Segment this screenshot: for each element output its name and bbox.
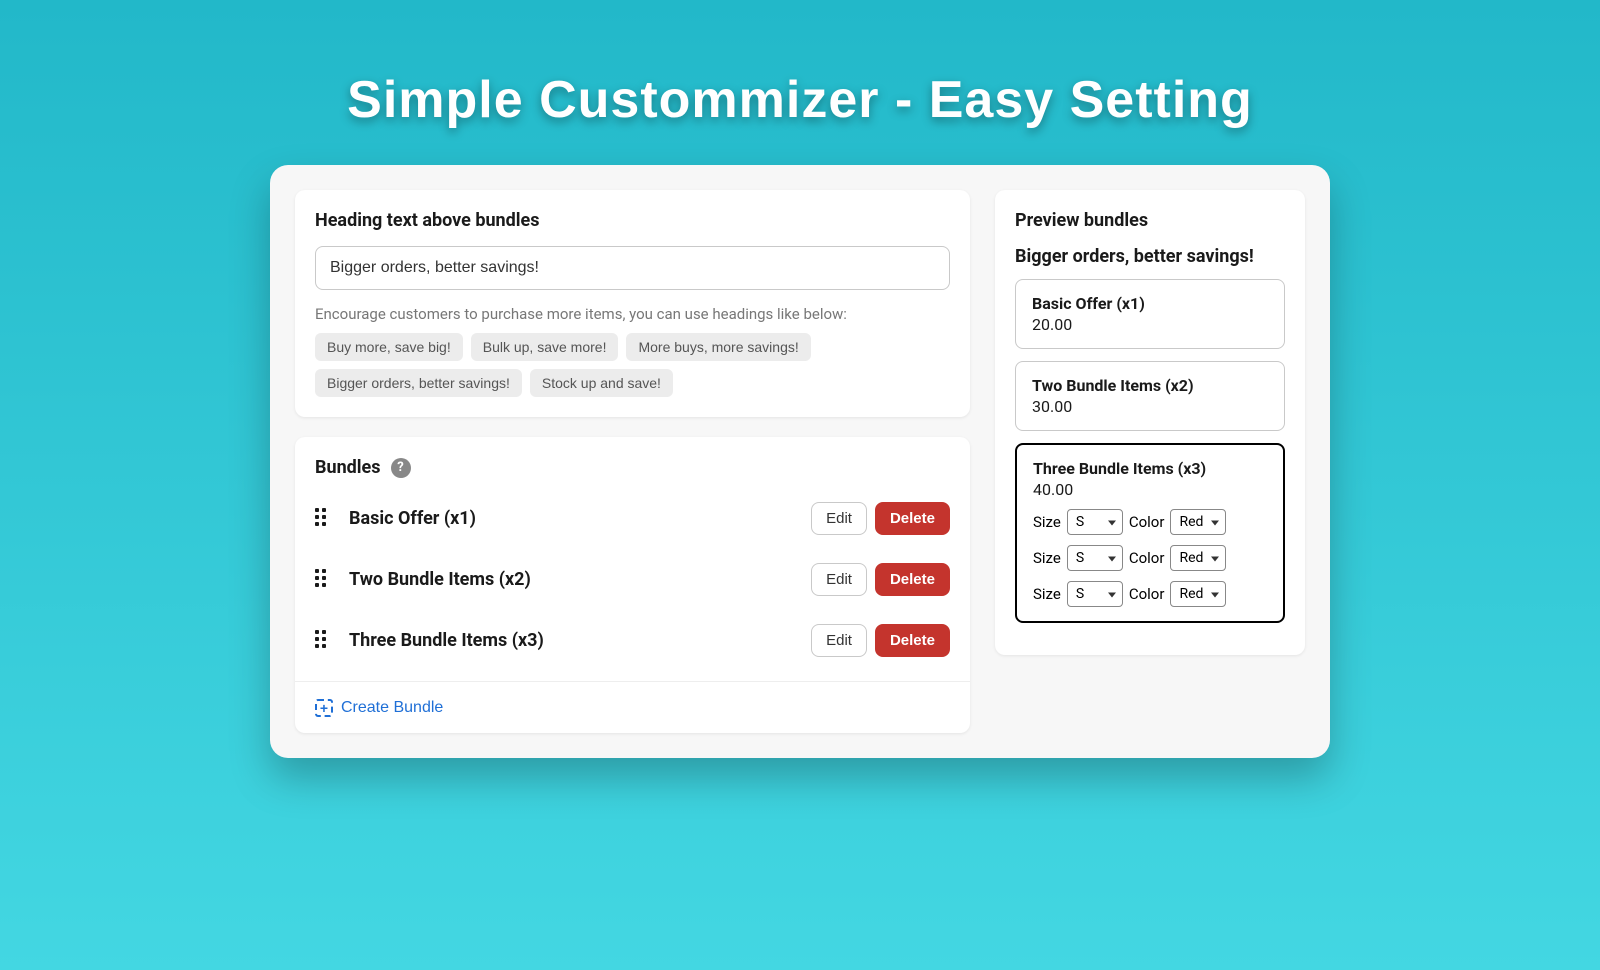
size-select[interactable]: S [1067, 509, 1123, 535]
suggestion-pill[interactable]: Bigger orders, better savings! [315, 369, 522, 397]
left-column: Heading text above bundles Encourage cus… [295, 190, 970, 733]
color-label: Color [1129, 513, 1165, 531]
edit-button[interactable]: Edit [811, 624, 867, 657]
drag-handle-icon[interactable] [315, 569, 331, 591]
color-select[interactable]: Red [1170, 581, 1226, 607]
suggestion-pill[interactable]: Stock up and save! [530, 369, 673, 397]
heading-text-input[interactable] [315, 246, 950, 290]
plus-dashed-icon: + [315, 699, 333, 717]
app-shell: Heading text above bundles Encourage cus… [270, 165, 1330, 758]
size-label: Size [1033, 585, 1061, 603]
preview-bundle-card[interactable]: Three Bundle Items (x3) 40.00 Size S Color Re… [1015, 443, 1285, 623]
bundle-name: Basic Offer (x1) [349, 508, 811, 529]
bundle-name: Two Bundle Items (x2) [349, 569, 811, 590]
preview-bundle-card[interactable]: Basic Offer (x1) 20.00 [1015, 279, 1285, 349]
heading-text-card: Heading text above bundles Encourage cus… [295, 190, 970, 417]
hero-title: Simple Custommizer - Easy Setting [0, 70, 1600, 130]
suggestion-pill[interactable]: Bulk up, save more! [471, 333, 619, 361]
delete-button[interactable]: Delete [875, 502, 950, 535]
preview-card-container: Preview bundles Bigger orders, better sa… [995, 190, 1305, 655]
preview-title: Preview bundles [1015, 210, 1285, 231]
edit-button[interactable]: Edit [811, 502, 867, 535]
drag-handle-icon[interactable] [315, 630, 331, 652]
drag-handle-icon[interactable] [315, 508, 331, 530]
color-select[interactable]: Red [1170, 545, 1226, 571]
color-label: Color [1129, 585, 1165, 603]
delete-button[interactable]: Delete [875, 563, 950, 596]
preview-bundle-name: Basic Offer (x1) [1032, 294, 1268, 313]
right-column: Preview bundles Bigger orders, better sa… [995, 190, 1305, 733]
preview-bundle-card[interactable]: Two Bundle Items (x2) 30.00 [1015, 361, 1285, 431]
preview-bundle-price: 40.00 [1033, 480, 1267, 499]
preview-bundle-name: Two Bundle Items (x2) [1032, 376, 1268, 395]
variant-option-row: Size S Color Red [1033, 545, 1267, 571]
preview-bundle-price: 20.00 [1032, 315, 1268, 334]
variant-option-row: Size S Color Red [1033, 581, 1267, 607]
bundles-card: Bundles ? Basic Offer (x1)EditDeleteTwo … [295, 437, 970, 733]
bundle-row: Basic Offer (x1)EditDelete [315, 488, 950, 549]
bundles-title: Bundles [315, 457, 381, 478]
edit-button[interactable]: Edit [811, 563, 867, 596]
delete-button[interactable]: Delete [875, 624, 950, 657]
preview-list: Basic Offer (x1) 20.00 Two Bundle Items (x… [1015, 279, 1285, 623]
size-select[interactable]: S [1067, 581, 1123, 607]
bundle-row: Two Bundle Items (x2)EditDelete [315, 549, 950, 610]
bundle-row: Three Bundle Items (x3)EditDelete [315, 610, 950, 671]
bundle-list: Basic Offer (x1)EditDeleteTwo Bundle Ite… [315, 488, 950, 671]
color-select[interactable]: Red [1170, 509, 1226, 535]
preview-bundle-price: 30.00 [1032, 397, 1268, 416]
heading-helper-text: Encourage customers to purchase more ite… [315, 305, 950, 323]
help-icon[interactable]: ? [391, 458, 411, 478]
size-label: Size [1033, 549, 1061, 567]
variant-option-row: Size S Color Red [1033, 509, 1267, 535]
suggestion-pill[interactable]: Buy more, save big! [315, 333, 463, 361]
color-label: Color [1129, 549, 1165, 567]
preview-bundle-name: Three Bundle Items (x3) [1033, 459, 1267, 478]
heading-text-title: Heading text above bundles [315, 210, 950, 231]
suggestion-pill-row: Buy more, save big! Bulk up, save more!Mo… [315, 333, 950, 397]
create-bundle-label: Create Bundle [341, 699, 443, 717]
size-label: Size [1033, 513, 1061, 531]
preview-heading-text: Bigger orders, better savings! [1015, 246, 1285, 267]
bundle-name: Three Bundle Items (x3) [349, 630, 811, 651]
size-select[interactable]: S [1067, 545, 1123, 571]
create-bundle-button[interactable]: + Create Bundle [315, 699, 443, 717]
suggestion-pill[interactable]: More buys, more savings! [626, 333, 810, 361]
